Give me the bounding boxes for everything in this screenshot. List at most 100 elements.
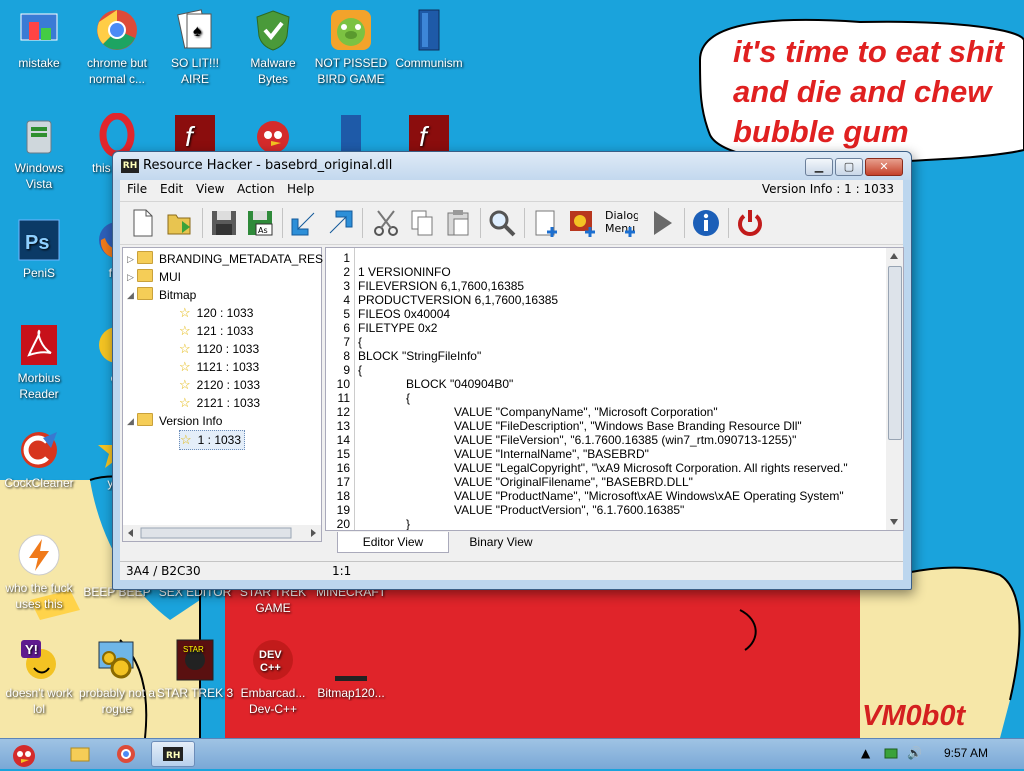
- window-title: Resource Hacker - basebrd_original.dll: [143, 158, 393, 173]
- clock[interactable]: 9:57 AM: [944, 746, 988, 760]
- close-button[interactable]: ✕: [865, 158, 903, 176]
- desktop-icon-star-trek-3[interactable]: STAR STAR TREK 3: [156, 638, 234, 701]
- resource-star-icon: ☆: [179, 323, 191, 338]
- tree-item[interactable]: ☆ 1120 : 1033: [179, 340, 259, 358]
- menu-edit[interactable]: Edit: [160, 182, 183, 196]
- add-resource-button[interactable]: [530, 207, 562, 239]
- desktop-icon-pissed-bird[interactable]: NOT PISSED BIRD GAME: [312, 8, 390, 87]
- taskbar-chrome[interactable]: [108, 741, 144, 767]
- tray-overflow-icon[interactable]: ▲: [861, 746, 870, 760]
- ccleaner-icon: [17, 428, 61, 472]
- resource-tree[interactable]: ▷ BRANDING_METADATA_RES ▷ MUI ◢ Bitmap ☆ 120 : …: [122, 247, 323, 542]
- desktop-icon-bitmap120[interactable]: Bitmap120...: [312, 638, 390, 701]
- tree-item-label: Version Info: [159, 414, 223, 428]
- tab-editor-view[interactable]: Editor View: [337, 532, 449, 553]
- line-number: 16: [336, 461, 350, 475]
- desktop-icon-windows-vista[interactable]: Windows Vista: [0, 113, 78, 192]
- tree-item[interactable]: ☆ 2121 : 1033: [179, 394, 260, 412]
- maximize-button[interactable]: ▢: [835, 158, 863, 176]
- import-button[interactable]: [288, 207, 320, 239]
- menu-file[interactable]: File: [127, 182, 147, 196]
- code-line: VALUE "ProductVersion", "6.1.7600.16385": [454, 503, 685, 517]
- expand-arrow-icon[interactable]: ▷: [127, 250, 134, 268]
- tree-folder[interactable]: ▷ MUI: [127, 268, 181, 286]
- minimize-button[interactable]: ▁: [805, 158, 833, 176]
- code-line: BLOCK "StringFileInfo": [358, 349, 482, 363]
- desktop-icon-probably-not-rogue[interactable]: probably not a rogue: [78, 638, 156, 717]
- resource-star-icon: ☆: [179, 377, 191, 392]
- resource-star-icon: ☆: [179, 305, 191, 320]
- line-number: 20: [336, 517, 350, 531]
- menu-action[interactable]: Action: [237, 182, 275, 196]
- paste-button[interactable]: [442, 207, 474, 239]
- code-line: PRODUCTVERSION 6,1,7600,16385: [358, 293, 559, 307]
- line-number: 6: [343, 321, 350, 335]
- desktop-icon-communism[interactable]: Communism: [390, 8, 468, 71]
- tab-binary-view[interactable]: Binary View: [451, 532, 551, 552]
- desktop-icon-chrome[interactable]: chrome but normal c...: [78, 8, 156, 87]
- desktop-icon-cockcleaner[interactable]: CockCleaner: [0, 428, 78, 491]
- dialog-menu-button[interactable]: Dialog Menu: [604, 207, 640, 239]
- taskbar-resource-hacker[interactable]: RH: [151, 741, 195, 767]
- tree-folder[interactable]: ◢ Bitmap: [127, 286, 196, 304]
- code-line: VALUE "InternalName", "BASEBRD": [454, 447, 649, 461]
- tree-folder[interactable]: ◢ Version Info: [127, 412, 223, 430]
- compile-button[interactable]: [646, 207, 678, 239]
- open-button[interactable]: [164, 207, 196, 239]
- menu-help[interactable]: Help: [287, 182, 314, 196]
- code-line: VALUE "FileDescription", "Windows Base B…: [454, 419, 802, 433]
- desktop-icon-morbius-reader[interactable]: Morbius Reader: [0, 323, 78, 402]
- tree-item[interactable]: ☆ 1 : 1033: [179, 430, 246, 450]
- desktop-icon-yahoo[interactable]: Y! doesn't work lol: [0, 638, 78, 717]
- export-icon: [329, 210, 353, 234]
- volume-icon[interactable]: 🔊: [907, 746, 922, 760]
- save-as-button[interactable]: As: [244, 207, 276, 239]
- save-button[interactable]: [208, 207, 240, 239]
- editor-vertical-scrollbar[interactable]: [886, 248, 903, 530]
- desktop-icon-malwarebytes[interactable]: Malware Bytes: [234, 8, 312, 87]
- desktop-icon-dev-cpp[interactable]: DEV C++ Embarcad... Dev-C++: [234, 638, 312, 717]
- start-button[interactable]: [2, 741, 46, 767]
- menu-view[interactable]: View: [196, 182, 224, 196]
- code-editor[interactable]: 1 2 3 4 5 6 7 8 9 10 11 12 13 14 15 16 17 18 19 20 1 VERSIO…: [325, 247, 904, 531]
- tree-item[interactable]: ☆ 1121 : 1033: [179, 358, 259, 376]
- save-icon: [212, 211, 236, 235]
- desktop-icon-solitaire[interactable]: ♠ SO LIT!!! AIRE: [156, 8, 234, 87]
- export-button[interactable]: [324, 207, 356, 239]
- title-bar[interactable]: RH Resource Hacker - basebrd_original.dl…: [113, 152, 911, 180]
- network-icon[interactable]: [884, 747, 898, 761]
- taskbar-explorer[interactable]: [62, 741, 98, 767]
- copy-icon: [411, 210, 433, 236]
- copy-button[interactable]: [406, 207, 438, 239]
- svg-text:RH: RH: [166, 751, 180, 761]
- new-button[interactable]: [126, 207, 158, 239]
- status-cursor-position: 1:1: [332, 564, 352, 578]
- tree-folder[interactable]: ▷ BRANDING_METADATA_RES: [127, 250, 323, 268]
- tree-item-label: 1120 : 1033: [196, 342, 260, 356]
- line-number: 8: [343, 349, 350, 363]
- folder-icon: [137, 413, 153, 426]
- code-line: BLOCK "040904B0": [406, 377, 514, 391]
- desktop-icon-mistake[interactable]: mistake: [0, 8, 78, 71]
- find-button[interactable]: [486, 207, 518, 239]
- star-wars-icon: STAR: [173, 638, 217, 682]
- tree-item[interactable]: ☆ 2120 : 1033: [179, 376, 260, 394]
- desktop-icon-who-uses-this[interactable]: who the fuck uses this: [0, 533, 78, 612]
- expand-arrow-icon[interactable]: ▷: [127, 268, 134, 286]
- tree-item-label: 120 : 1033: [196, 306, 254, 320]
- info-button[interactable]: [690, 207, 722, 239]
- desktop-icon-photoshop[interactable]: Ps PeniS: [0, 218, 78, 281]
- exit-button[interactable]: [734, 207, 766, 239]
- code-line: VALUE "LegalCopyright", "\xA9 Microsoft …: [454, 461, 848, 475]
- tree-item[interactable]: ☆ 121 : 1033: [179, 322, 253, 340]
- collapse-arrow-icon[interactable]: ◢: [127, 286, 134, 304]
- add-image-button[interactable]: [566, 207, 598, 239]
- tree-item[interactable]: ☆ 120 : 1033: [179, 304, 253, 322]
- collapse-arrow-icon[interactable]: ◢: [127, 412, 134, 430]
- line-number: 12: [336, 405, 350, 419]
- cut-icon: [374, 210, 398, 236]
- tree-horizontal-scrollbar[interactable]: [123, 525, 321, 541]
- chrome-icon: [117, 745, 135, 763]
- cut-button[interactable]: [370, 207, 402, 239]
- scrollbar-thumb[interactable]: [888, 266, 902, 440]
